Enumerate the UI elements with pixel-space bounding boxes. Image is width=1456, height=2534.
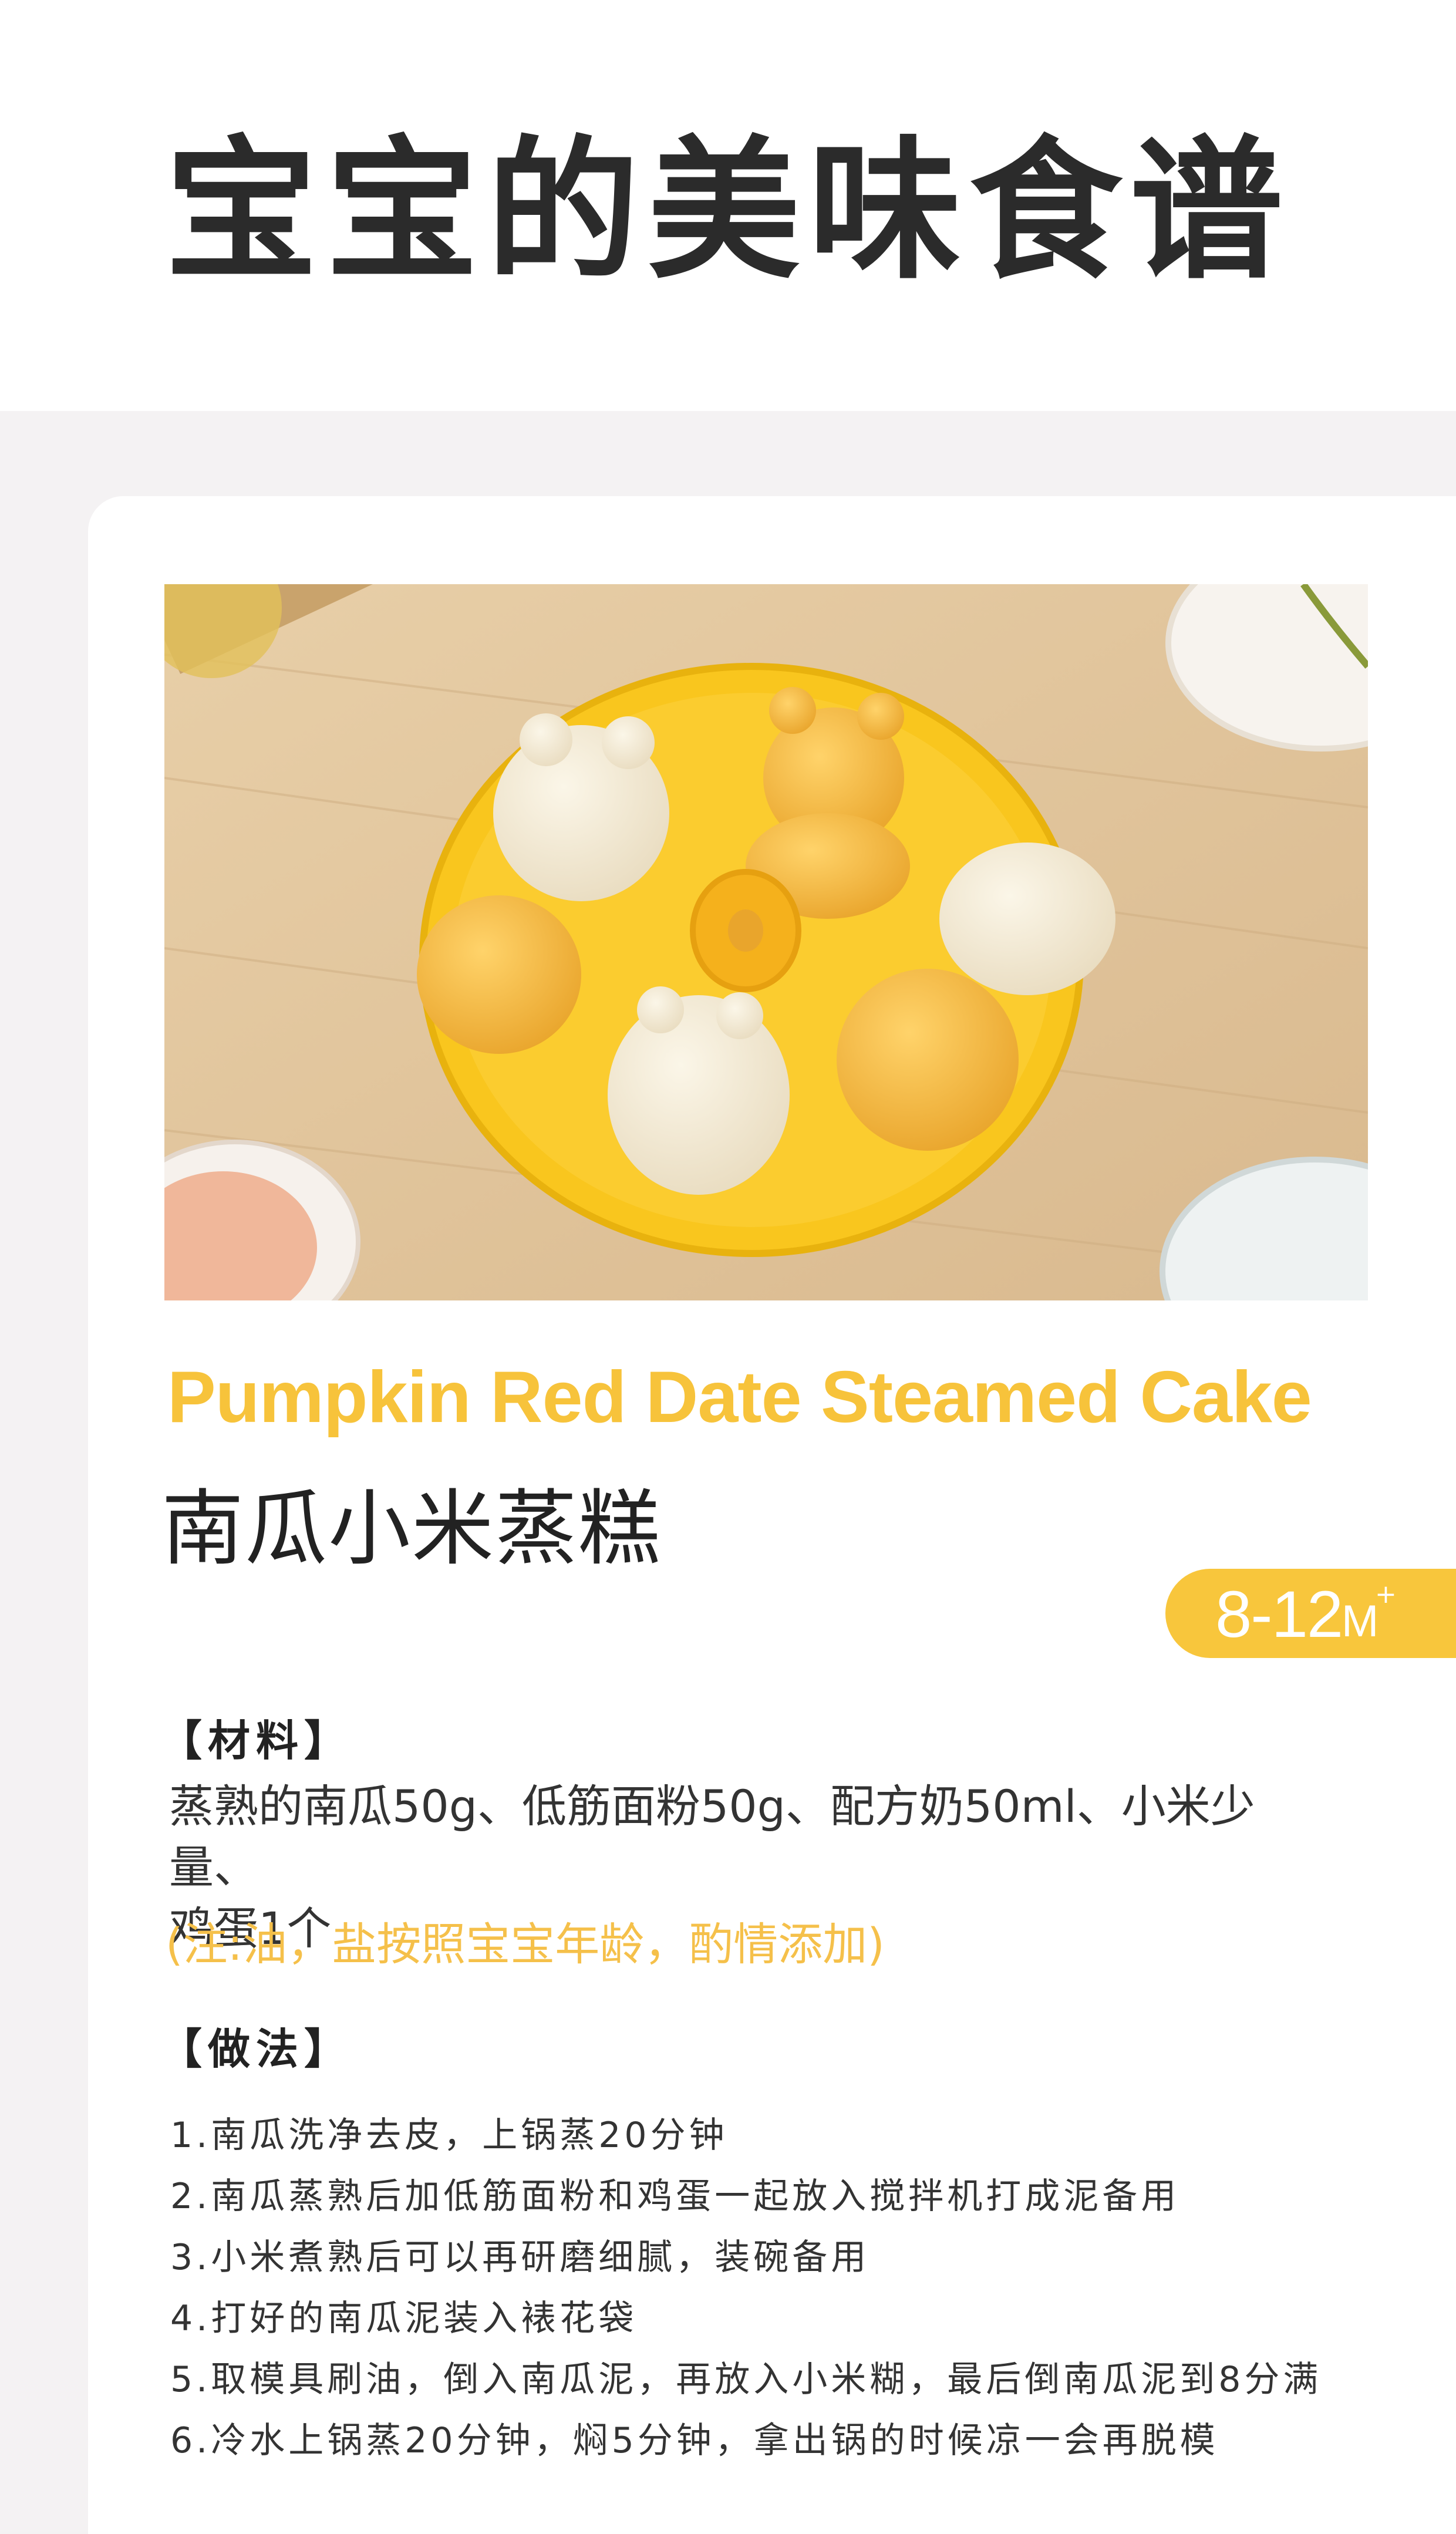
age-badge: 8-12 M +	[1165, 1569, 1456, 1658]
step-item: 6.冷水上锅蒸20分钟，焖5分钟，拿出锅的时候凉一会再脱模	[170, 2420, 1219, 2461]
method-heading: 【做法】	[160, 2024, 353, 2074]
age-unit: M	[1342, 1596, 1379, 1646]
recipe-chinese-title: 南瓜小米蒸糕	[161, 1481, 662, 1577]
step-item: 2.南瓜蒸熟后加低筋面粉和鸡蛋一起放入搅拌机打成泥备用	[170, 2176, 1180, 2217]
steamed-cake-mold-image	[164, 584, 1368, 1300]
age-plus: +	[1375, 1579, 1397, 1609]
step-item: 4.打好的南瓜泥装入裱花袋	[170, 2298, 638, 2339]
recipe-english-title: Pumpkin Red Date Steamed Cake	[167, 1357, 1312, 1438]
method-steps: 1.南瓜洗净去皮，上锅蒸20分钟 2.南瓜蒸熟后加低筋面粉和鸡蛋一起放入搅拌机打…	[170, 2105, 1322, 2471]
step-item: 3.小米煮熟后可以再研磨细腻，装碗备用	[170, 2237, 870, 2278]
step-item: 1.南瓜洗净去皮，上锅蒸20分钟	[170, 2115, 728, 2156]
page-title: 宝宝的美味食谱	[165, 123, 1291, 300]
seasoning-note: (注:油，盐按照宝宝年龄，酌情添加)	[166, 1918, 885, 1970]
materials-heading: 【材料】	[160, 1716, 353, 1765]
header: 宝宝的美味食谱	[0, 0, 1456, 411]
step-item: 5.取模具刷油，倒入南瓜泥，再放入小米糊，最后倒南瓜泥到8分满	[170, 2359, 1322, 2400]
recipe-photo	[164, 584, 1368, 1300]
ingredients-line: 蒸熟的南瓜50g、低筋面粉50g、配方奶50ml、小米少量、	[169, 1780, 1255, 1893]
age-range: 8-12	[1215, 1578, 1343, 1651]
